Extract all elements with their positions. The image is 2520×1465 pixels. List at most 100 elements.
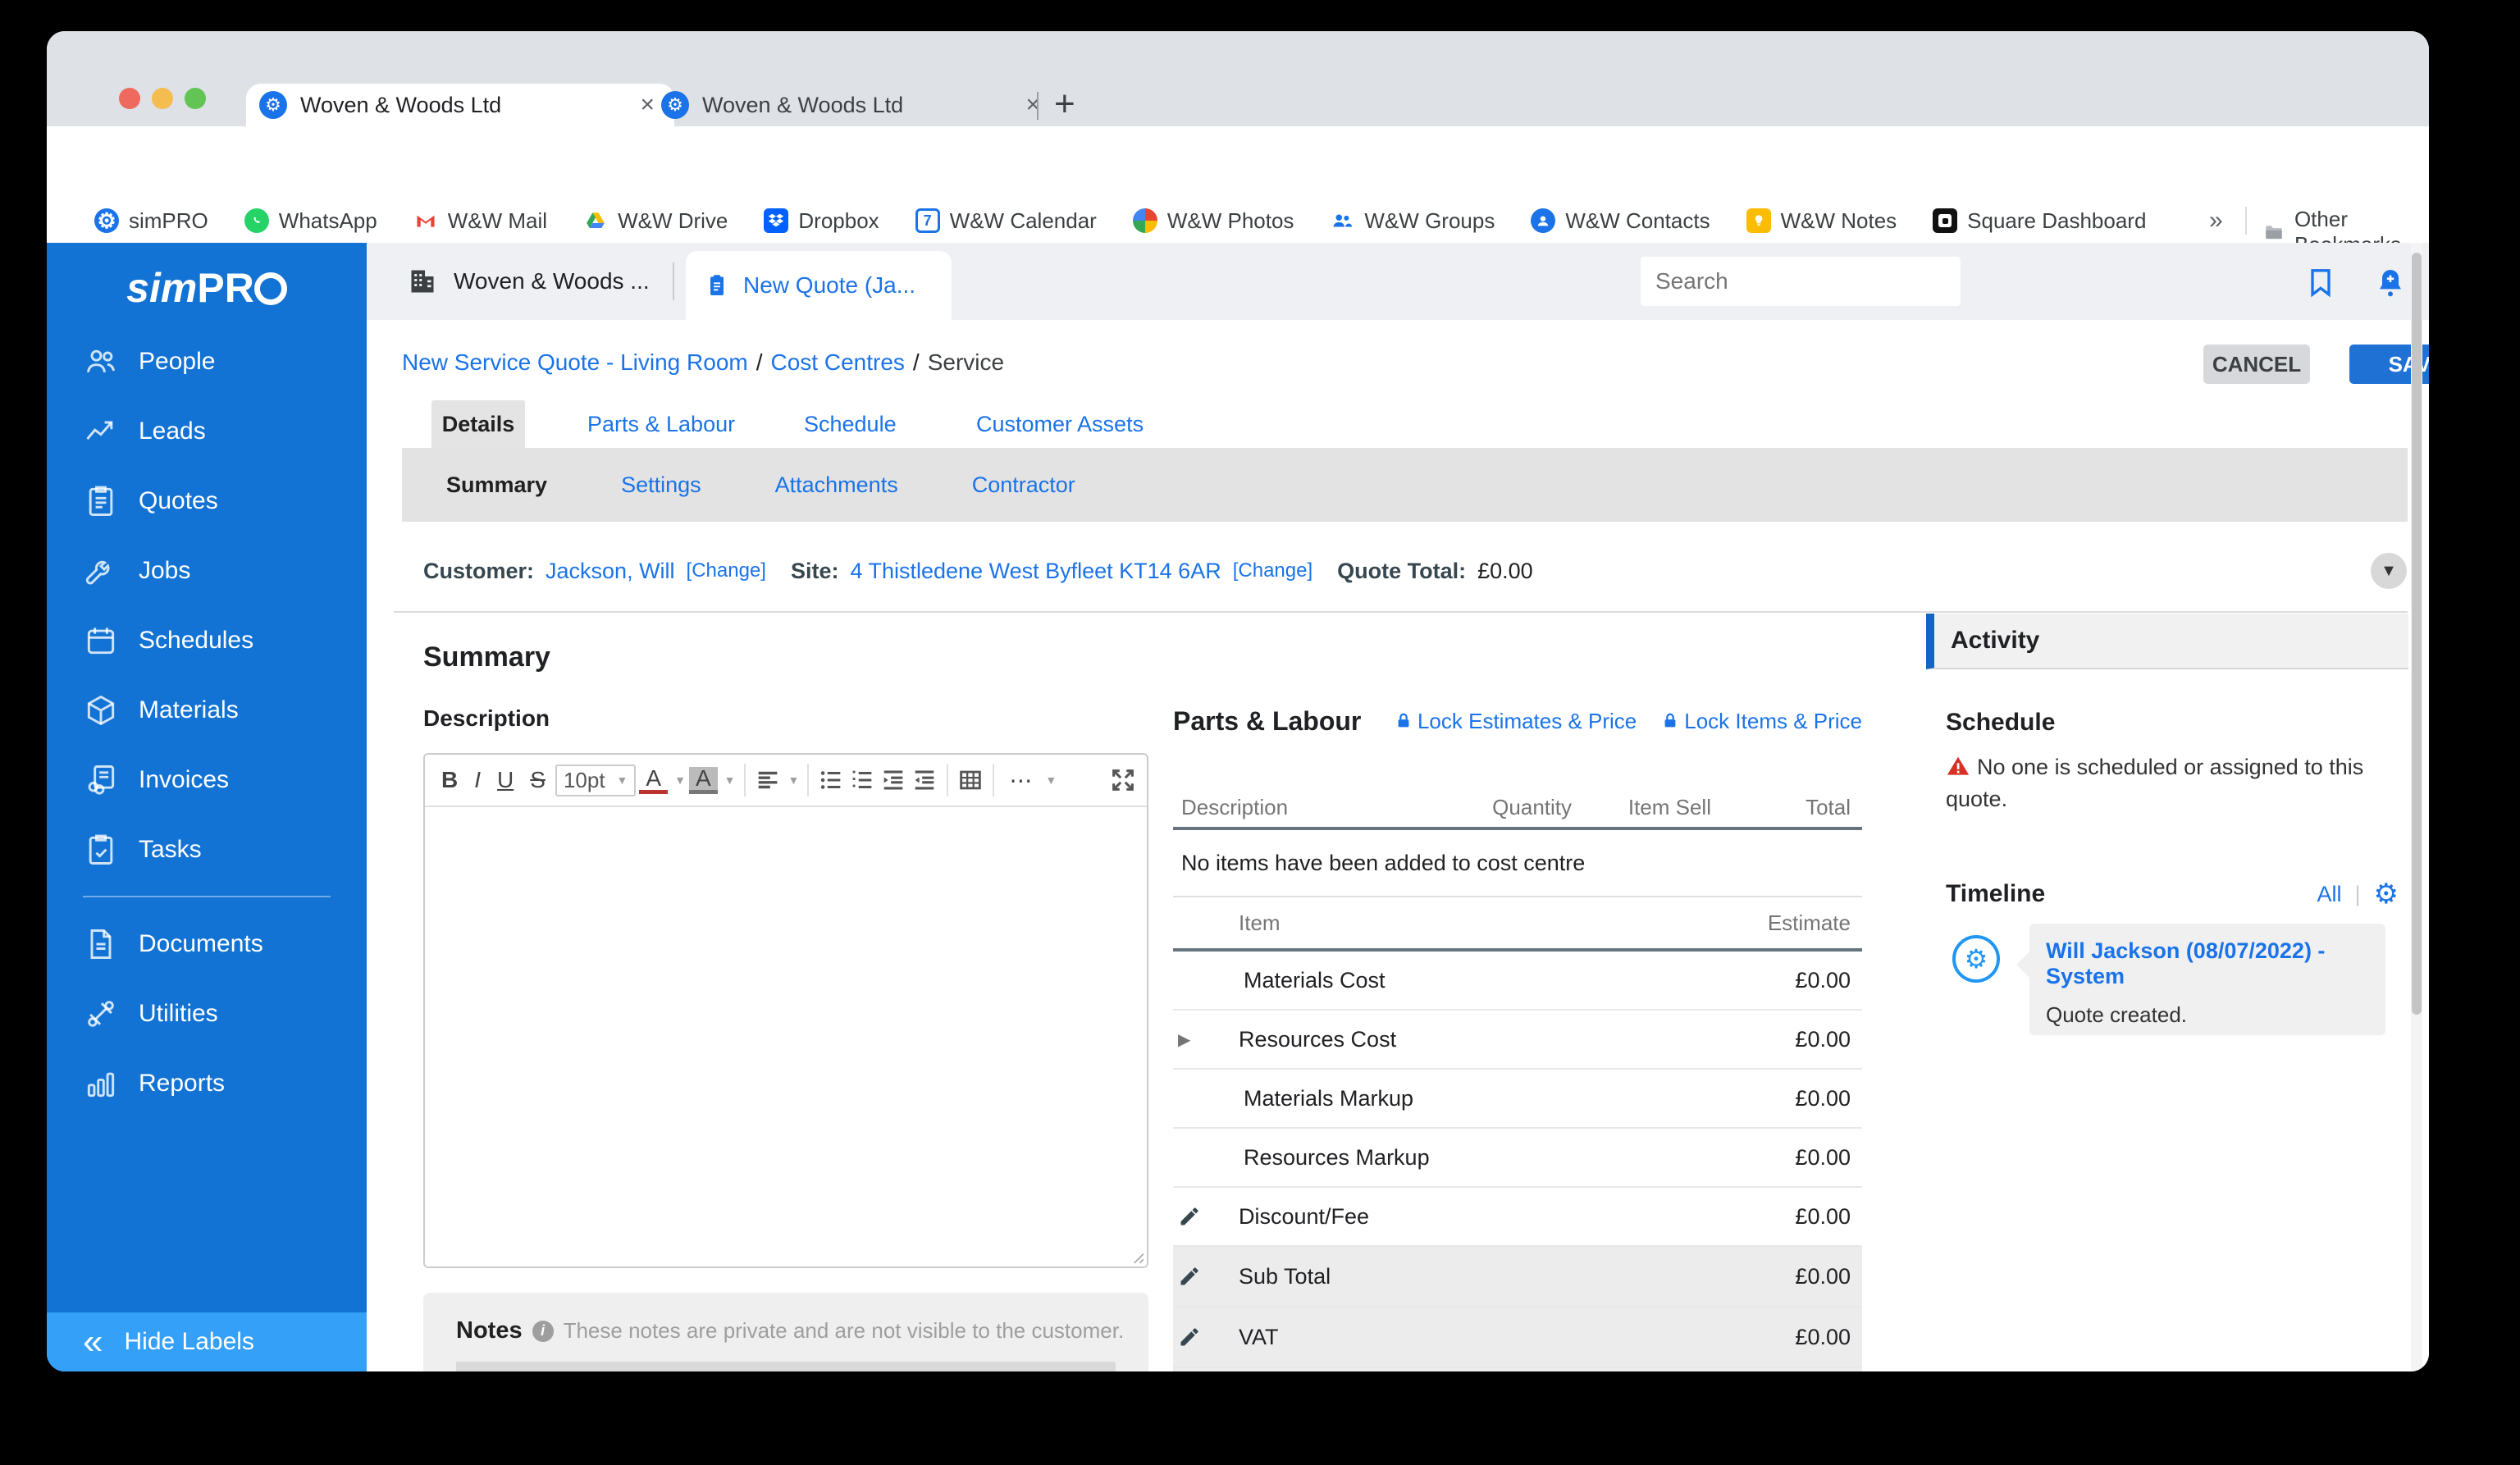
bookmark-contacts[interactable]: W&W Contacts (1531, 208, 1710, 234)
app-header: Woven & Woods ... New Quote (Ja... ? ⚙ W… (367, 243, 2429, 320)
lock-icon (1664, 713, 1676, 728)
bookmark-photos[interactable]: W&W Photos (1132, 208, 1294, 234)
notifications-bell-icon[interactable] (2374, 266, 2407, 299)
people-icon (86, 349, 116, 372)
customer-link[interactable]: Jackson, Will (546, 559, 675, 584)
timeline-system-filter-icon[interactable]: ⚙ (2374, 878, 2399, 910)
activity-title: Activity (1951, 627, 2040, 654)
timeline-all-link[interactable]: All (2317, 882, 2341, 907)
collapse-header-button[interactable]: ▼ (2371, 553, 2407, 589)
change-site-link[interactable]: [Change] (1233, 559, 1312, 582)
company-tab[interactable]: Woven & Woods ... (408, 243, 650, 320)
bookmark-icon[interactable] (2304, 266, 2337, 299)
sidebar-item-materials[interactable]: Materials (47, 675, 367, 745)
quote-tab[interactable]: New Quote (Ja... (686, 251, 952, 320)
subtab-contractor[interactable]: Contractor (972, 472, 1075, 498)
sidebar-item-leads[interactable]: Leads (47, 396, 367, 466)
more-tools-button[interactable]: ⋯ (1002, 767, 1039, 794)
insert-table-button[interactable] (956, 766, 984, 794)
text-color-button[interactable]: A (639, 766, 669, 794)
edit-icon[interactable] (1173, 1265, 1214, 1288)
sidebar-item-people[interactable]: People (47, 326, 367, 396)
resize-handle[interactable] (1127, 1247, 1145, 1265)
new-tab-button[interactable]: + (1054, 84, 1075, 125)
align-button[interactable] (754, 766, 782, 794)
sidebar-item-reports[interactable]: Reports (47, 1048, 367, 1118)
browser-tab-1[interactable]: ⚙ Woven & Woods Ltd × (246, 84, 674, 126)
notes-label: Notes (456, 1317, 523, 1344)
contacts-icon (1531, 208, 1556, 233)
items-empty-message: No items have been added to cost centre (1173, 830, 1862, 897)
change-customer-link[interactable]: [Change] (687, 559, 766, 582)
bookmark-groups[interactable]: W&W Groups (1330, 208, 1495, 234)
estimate-row-sub-total: Sub Total £0.00 (1173, 1247, 1862, 1308)
whatsapp-icon (244, 208, 269, 233)
expand-icon[interactable]: ▶ (1173, 1029, 1214, 1050)
breadcrumb-quote-link[interactable]: New Service Quote - Living Room (402, 349, 748, 376)
drive-icon (583, 208, 608, 233)
hide-labels-button[interactable]: « Hide Labels (47, 1312, 367, 1371)
lock-items-link[interactable]: Lock Items & Price (1661, 709, 1862, 734)
browser-tab-2[interactable]: ⚙ Woven & Woods Ltd × (648, 84, 1060, 126)
sidebar-item-tasks[interactable]: Tasks (47, 815, 367, 884)
tab-details[interactable]: Details (431, 400, 525, 448)
italic-button[interactable]: I (468, 767, 487, 793)
site-link[interactable]: 4 Thistledene West Byfleet KT14 6AR (850, 559, 1221, 584)
tab-parts-labour[interactable]: Parts & Labour (587, 400, 735, 448)
indent-button[interactable] (879, 766, 907, 794)
sidebar-item-jobs[interactable]: Jobs (47, 536, 367, 605)
sidebar-item-schedules[interactable]: Schedules (47, 605, 367, 675)
estimate-row-resources-markup: Resources Markup £0.00 (1173, 1129, 1862, 1188)
edit-icon[interactable] (1173, 1205, 1214, 1228)
numbered-list-button[interactable] (848, 766, 876, 794)
edit-icon[interactable] (1173, 1326, 1214, 1349)
page-scrollbar[interactable] (2411, 243, 2422, 1371)
fullscreen-button[interactable] (1109, 766, 1137, 794)
traffic-zoom-button[interactable] (185, 88, 206, 109)
browser-tab-strip: ⚙ Woven & Woods Ltd × ⚙ Woven & Woods Lt… (47, 31, 2429, 126)
close-tab-icon[interactable]: × (1019, 91, 1047, 119)
notes-input[interactable] (456, 1362, 1116, 1371)
highlight-color-button[interactable]: A (688, 766, 718, 794)
subtab-summary[interactable]: Summary (446, 472, 547, 498)
bookmark-whatsapp[interactable]: WhatsApp (244, 208, 377, 234)
lock-estimates-link[interactable]: Lock Estimates & Price (1395, 709, 1637, 734)
sidebar-item-documents[interactable]: Documents (47, 909, 367, 979)
scrollbar-thumb[interactable] (2412, 253, 2422, 1015)
font-size-select[interactable]: 10pt ▼ (555, 764, 637, 796)
bookmark-notes[interactable]: W&W Notes (1746, 208, 1897, 234)
traffic-close-button[interactable] (119, 88, 140, 109)
calendar-icon: 7 (915, 208, 940, 233)
search-input[interactable] (1654, 267, 1953, 295)
breadcrumb-costcentres-link[interactable]: Cost Centres (771, 349, 905, 376)
simpro-favicon: ⚙ (661, 91, 689, 119)
bookmark-dropbox[interactable]: Dropbox (764, 208, 879, 234)
estimate-row-materials-cost: Materials Cost £0.00 (1173, 952, 1862, 1011)
description-textarea[interactable] (425, 807, 1147, 1266)
bookmark-calendar[interactable]: 7 W&W Calendar (915, 208, 1097, 234)
bookmark-simpro[interactable]: ⚙ simPRO (94, 208, 208, 234)
tab-schedule[interactable]: Schedule (804, 400, 897, 448)
outdent-button[interactable] (911, 766, 938, 794)
tab-customer-assets[interactable]: Customer Assets (976, 400, 1144, 448)
bookmark-mail[interactable]: W&W Mail (413, 208, 547, 234)
underline-button[interactable]: U (491, 767, 520, 793)
traffic-minimize-button[interactable] (152, 88, 173, 109)
bookmarks-overflow-icon[interactable]: » (2209, 207, 2223, 235)
sidebar-item-quotes[interactable]: Quotes (47, 466, 367, 536)
search-box[interactable] (1641, 257, 1961, 306)
toolbar-separator (993, 764, 995, 796)
bookmark-drive[interactable]: W&W Drive (583, 208, 728, 234)
bold-button[interactable]: B (435, 767, 464, 793)
sidebar-item-utilities[interactable]: Utilities (47, 979, 367, 1048)
bullet-list-button[interactable] (817, 766, 845, 794)
bookmark-square-dashboard[interactable]: Square Dashboard (1933, 208, 2146, 234)
description-editor[interactable]: B I U S 10pt ▼ A ▼ A ▼ ▼ ⋯ ▼ (423, 753, 1148, 1268)
subtab-settings[interactable]: Settings (621, 472, 701, 498)
sidebar-item-invoices[interactable]: Invoices (47, 745, 367, 815)
strikethrough-button[interactable]: S (523, 767, 552, 793)
cancel-button[interactable]: CANCEL (2203, 345, 2310, 384)
estimate-table-header: Item Estimate (1173, 897, 1862, 952)
timeline-entry-title[interactable]: Will Jackson (08/07/2022) - System (2046, 938, 2369, 989)
subtab-attachments[interactable]: Attachments (775, 472, 898, 498)
